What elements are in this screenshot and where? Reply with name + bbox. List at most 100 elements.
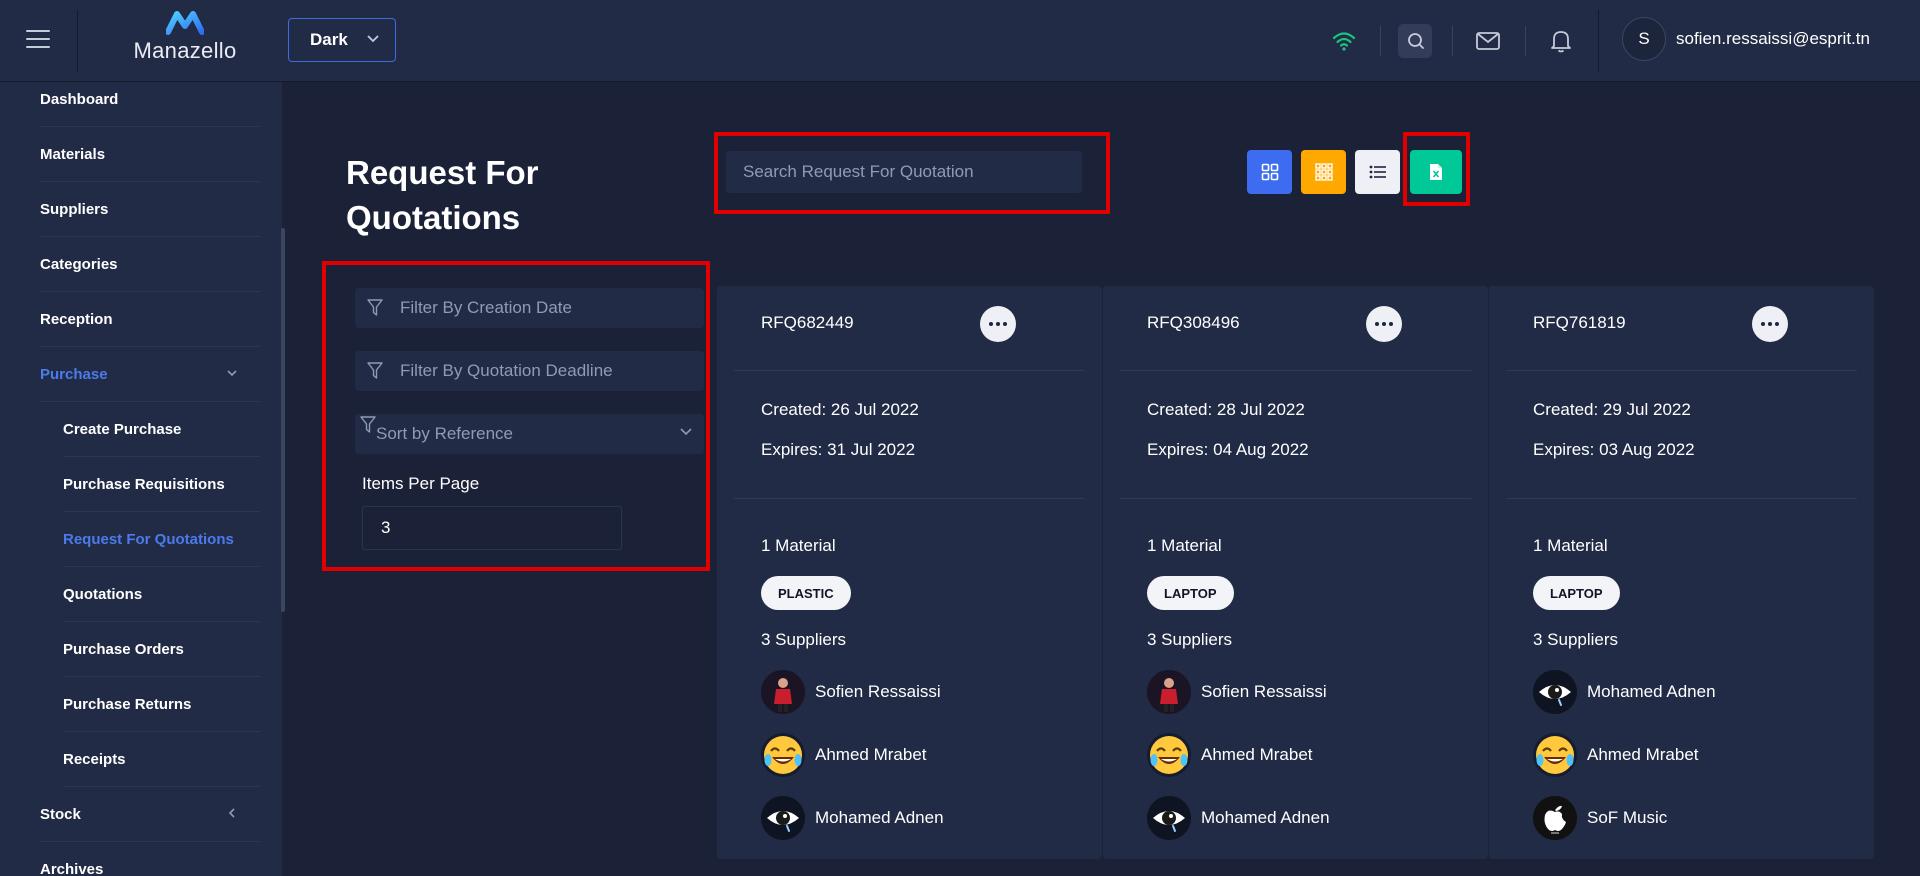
supplier-item[interactable]: Mohamed Adnen bbox=[761, 796, 944, 840]
items-per-page-input[interactable]: 3 bbox=[362, 506, 622, 550]
list-view-button[interactable] bbox=[1355, 150, 1400, 194]
sidebar-item-label: Categories bbox=[40, 255, 118, 273]
supplier-avatar-apple-logo bbox=[1533, 796, 1577, 840]
more-options-button[interactable] bbox=[980, 306, 1016, 342]
search-icon[interactable] bbox=[1398, 24, 1432, 58]
page-title: Request For Quotations bbox=[346, 150, 586, 240]
bell-icon[interactable] bbox=[1544, 24, 1578, 58]
chevron-left-icon bbox=[228, 808, 235, 818]
sidebar-item-purchase-requisitions[interactable]: Purchase Requisitions bbox=[63, 457, 260, 512]
supplier-item[interactable]: Mohamed Adnen bbox=[1533, 670, 1716, 714]
sidebar-item-quotations[interactable]: Quotations bbox=[63, 567, 260, 622]
supplier-name: Sofien Ressaissi bbox=[1201, 682, 1327, 701]
theme-select-value: Dark bbox=[310, 30, 348, 49]
menu-toggle-icon[interactable] bbox=[26, 30, 50, 48]
suppliers-count: 3 Suppliers bbox=[1533, 630, 1619, 649]
grid-view-button[interactable] bbox=[1247, 150, 1292, 194]
sidebar-item-label: Receipts bbox=[63, 750, 126, 768]
sidebar-item-label: Request For Quotations bbox=[63, 530, 234, 548]
dot bbox=[1761, 322, 1765, 326]
sidebar: Dashboard Materials Suppliers Categories Rec… bbox=[0, 82, 282, 876]
material-tag: PLASTIC bbox=[761, 576, 851, 610]
more-options-button[interactable] bbox=[1366, 306, 1402, 342]
apps-view-icon bbox=[1314, 163, 1333, 181]
header-divider bbox=[1525, 26, 1526, 56]
rfq-card[interactable]: RFQ682449 Created: 26 Jul 2022 Expires: 31… bbox=[717, 286, 1102, 859]
supplier-item[interactable]: Mohamed Adnen bbox=[1147, 796, 1330, 840]
dot bbox=[1375, 322, 1379, 326]
user-email[interactable]: sofien.ressaissi@esprit.tn bbox=[1676, 29, 1870, 49]
card-divider bbox=[734, 370, 1085, 371]
supplier-item[interactable]: Ahmed Mrabet bbox=[1533, 733, 1699, 777]
sidebar-scrollbar[interactable] bbox=[281, 228, 285, 612]
rfq-reference[interactable]: RFQ308496 bbox=[1147, 313, 1240, 333]
filter-icon bbox=[360, 416, 376, 433]
header-divider bbox=[1380, 26, 1381, 56]
sidebar-item-label: Purchase bbox=[40, 365, 108, 383]
dot bbox=[1003, 322, 1007, 326]
supplier-avatar-laughing-emoji bbox=[761, 733, 805, 777]
sidebar-item-reception[interactable]: Reception bbox=[40, 292, 260, 347]
deadline-filter[interactable]: Filter By Quotation Deadline bbox=[355, 351, 704, 391]
supplier-item[interactable]: Sofien Ressaissi bbox=[761, 670, 941, 714]
excel-export-button[interactable] bbox=[1410, 150, 1462, 194]
supplier-item[interactable]: SoF Music bbox=[1533, 796, 1667, 840]
rfq-created-date: Created: 28 Jul 2022 bbox=[1147, 400, 1305, 419]
sort-select-placeholder: Sort by Reference bbox=[376, 424, 514, 443]
mail-icon[interactable] bbox=[1471, 24, 1505, 58]
rfq-expiry-date: Expires: 31 Jul 2022 bbox=[761, 440, 916, 459]
rfq-card[interactable]: RFQ761819 Created: 29 Jul 2022 Expires: 03… bbox=[1489, 286, 1874, 859]
sidebar-item-materials[interactable]: Materials bbox=[40, 127, 260, 182]
rfq-reference[interactable]: RFQ761819 bbox=[1533, 313, 1626, 333]
sidebar-item-suppliers[interactable]: Suppliers bbox=[40, 182, 260, 237]
dot bbox=[1768, 322, 1772, 326]
more-options-button[interactable] bbox=[1752, 306, 1788, 342]
supplier-item[interactable]: Ahmed Mrabet bbox=[761, 733, 927, 777]
top-header: Manazello Dark S sofien.ressaissi@esprit… bbox=[0, 0, 1920, 82]
search-input[interactable] bbox=[743, 162, 1082, 182]
sidebar-item-categories[interactable]: Categories bbox=[40, 237, 260, 292]
header-divider bbox=[1452, 26, 1453, 56]
sidebar-item-receipts[interactable]: Receipts bbox=[63, 732, 260, 787]
user-avatar[interactable]: S bbox=[1622, 17, 1666, 61]
rfq-card[interactable]: RFQ308496 Created: 28 Jul 2022 Expires: 04… bbox=[1103, 286, 1488, 859]
dot bbox=[996, 322, 1000, 326]
items-per-page-label: Items Per Page bbox=[362, 474, 480, 493]
sidebar-item-label: Quotations bbox=[63, 585, 143, 603]
sidebar-item-stock[interactable]: Stock bbox=[40, 787, 260, 842]
header-divider bbox=[77, 10, 78, 72]
sidebar-item-request-for-quotations[interactable]: Request For Quotations bbox=[63, 512, 260, 567]
rfq-reference[interactable]: RFQ682449 bbox=[761, 313, 854, 333]
header-divider bbox=[1598, 10, 1599, 72]
supplier-name: Mohamed Adnen bbox=[815, 808, 944, 827]
app-logo[interactable]: Manazello bbox=[120, 10, 250, 72]
sidebar-item-label: Suppliers bbox=[40, 200, 109, 218]
sidebar-item-purchase[interactable]: Purchase bbox=[40, 347, 260, 402]
rfq-expiry-date: Expires: 04 Aug 2022 bbox=[1147, 440, 1309, 459]
chevron-down-icon bbox=[367, 35, 379, 43]
sidebar-item-dashboard[interactable]: Dashboard bbox=[40, 82, 260, 127]
wifi-icon[interactable] bbox=[1327, 24, 1361, 58]
sidebar-item-label: Create Purchase bbox=[63, 420, 182, 438]
sidebar-item-purchase-orders[interactable]: Purchase Orders bbox=[63, 622, 260, 677]
supplier-avatar-eye-icon bbox=[1533, 670, 1577, 714]
deadline-filter-placeholder: Filter By Quotation Deadline bbox=[400, 361, 613, 380]
sidebar-item-label: Purchase Orders bbox=[63, 640, 184, 658]
supplier-item[interactable]: Sofien Ressaissi bbox=[1147, 670, 1327, 714]
supplier-item[interactable]: Ahmed Mrabet bbox=[1147, 733, 1313, 777]
grid-view-icon bbox=[1261, 163, 1278, 181]
sidebar-item-purchase-returns[interactable]: Purchase Returns bbox=[63, 677, 260, 732]
apps-view-button[interactable] bbox=[1301, 150, 1346, 194]
creation-date-filter[interactable]: Filter By Creation Date bbox=[355, 288, 704, 328]
list-view-icon bbox=[1369, 165, 1386, 179]
chevron-down-icon bbox=[680, 428, 692, 436]
supplier-name: Mohamed Adnen bbox=[1587, 682, 1716, 701]
sort-select[interactable]: Sort by Reference bbox=[355, 414, 704, 454]
dot bbox=[1389, 322, 1393, 326]
sidebar-item-create-purchase[interactable]: Create Purchase bbox=[63, 402, 260, 457]
sidebar-item-archives[interactable]: Archives bbox=[40, 842, 260, 876]
chevron-down-icon bbox=[227, 370, 237, 377]
sidebar-item-label: Archives bbox=[40, 860, 104, 876]
theme-select[interactable]: Dark bbox=[288, 18, 396, 62]
supplier-name: Sofien Ressaissi bbox=[815, 682, 941, 701]
